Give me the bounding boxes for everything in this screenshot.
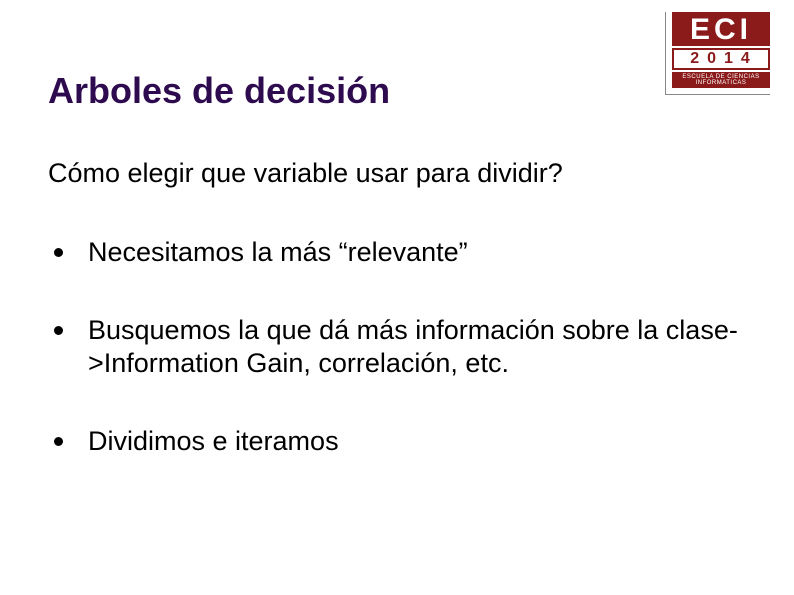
logo-name: ECI	[672, 12, 770, 46]
list-item: Dividimos e iteramos	[48, 425, 746, 457]
logo: ECI 2014 ESCUELA DE CIENCIAS INFORMATICA…	[665, 12, 770, 95]
slide-subtitle: Cómo elegir que variable usar para divid…	[48, 158, 563, 189]
slide-title: Arboles de decisión	[48, 70, 390, 112]
list-item: Necesitamos la más “relevante”	[48, 236, 746, 268]
logo-year: 2014	[672, 48, 770, 70]
logo-subtitle: ESCUELA DE CIENCIAS INFORMATICAS	[672, 72, 770, 88]
bullet-list: Necesitamos la más “relevante” Busquemos…	[48, 236, 746, 504]
list-item: Busquemos la que dá más información sobr…	[48, 314, 746, 379]
